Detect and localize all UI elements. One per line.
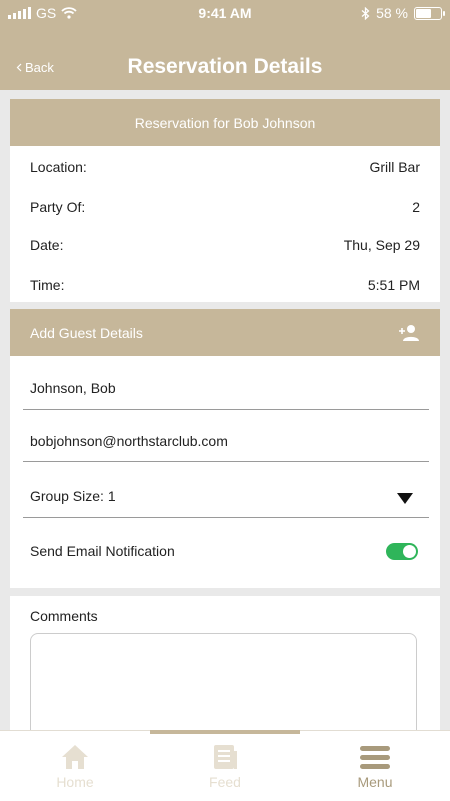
status-right: 58 %	[361, 5, 445, 21]
tab-feed[interactable]: Feed	[150, 731, 300, 801]
time-label: Time:	[30, 277, 65, 293]
tab-feed-label: Feed	[209, 774, 241, 790]
party-value: 2	[412, 199, 420, 215]
location-label: Location:	[30, 159, 87, 175]
reservation-card: Reservation for Bob Johnson Location: Gr…	[10, 99, 440, 302]
guest-name-value: Johnson, Bob	[30, 380, 116, 396]
tab-bar: Home Feed Menu	[0, 730, 450, 801]
group-size-value: Group Size: 1	[30, 488, 116, 504]
party-row: Party Of: 2	[30, 199, 420, 215]
group-size-select[interactable]: Group Size: 1	[23, 471, 429, 518]
reservation-header: Reservation for Bob Johnson	[10, 99, 440, 146]
battery-percent: 58 %	[376, 5, 408, 21]
comments-textarea[interactable]	[30, 633, 417, 745]
bluetooth-icon	[361, 6, 370, 20]
status-bar: GS 9:41 AM 58 %	[0, 0, 450, 26]
guest-email-value: bobjohnson@northstarclub.com	[30, 433, 228, 449]
party-label: Party Of:	[30, 199, 86, 215]
tab-home[interactable]: Home	[0, 731, 150, 801]
guest-header: Add Guest Details	[10, 309, 440, 356]
location-row: Location: Grill Bar	[30, 159, 420, 175]
time-row: Time: 5:51 PM	[30, 277, 420, 293]
guest-card: Add Guest Details Johnson, Bob bobjohnso…	[10, 309, 440, 588]
guest-header-label: Add Guest Details	[30, 324, 143, 341]
battery-icon	[414, 6, 445, 20]
page-title: Reservation Details	[127, 55, 323, 78]
battery-fill	[416, 8, 432, 18]
date-value: Thu, Sep 29	[343, 237, 420, 253]
toggle-knob	[403, 545, 416, 558]
time-value: 5:51 PM	[367, 277, 420, 293]
tab-menu[interactable]: Menu	[300, 731, 450, 801]
email-notification-label: Send Email Notification	[30, 543, 175, 559]
tab-menu-label: Menu	[357, 774, 393, 790]
date-row: Date: Thu, Sep 29	[30, 237, 420, 253]
top-bar: GS 9:41 AM 58 % Back Reservation Details	[0, 0, 450, 90]
location-value: Grill Bar	[369, 159, 420, 175]
add-person-icon[interactable]	[398, 324, 420, 342]
tab-home-label: Home	[56, 774, 94, 790]
feed-icon	[214, 745, 237, 769]
comments-card: Comments	[10, 596, 440, 745]
home-icon	[62, 745, 88, 769]
menu-icon	[360, 746, 390, 769]
comments-label: Comments	[30, 608, 98, 624]
guest-name-field[interactable]: Johnson, Bob	[23, 367, 429, 410]
email-notification-toggle[interactable]	[386, 543, 418, 560]
date-label: Date:	[30, 237, 64, 253]
guest-email-field[interactable]: bobjohnson@northstarclub.com	[23, 419, 429, 462]
dropdown-arrow-icon	[397, 493, 413, 504]
